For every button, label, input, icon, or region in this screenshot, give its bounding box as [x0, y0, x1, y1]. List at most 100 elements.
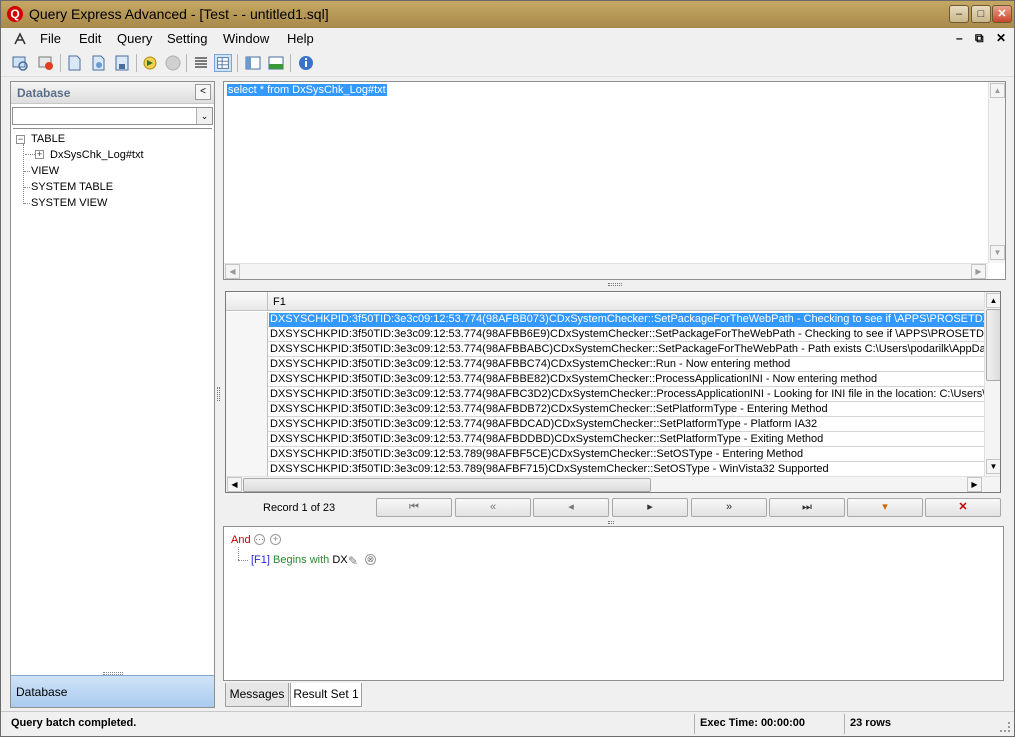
- mdi-minimize-button[interactable]: –: [956, 31, 963, 45]
- table-cell[interactable]: DXSYSCHKPID:3f50TID:3e3c09:12:53.789(98A…: [269, 448, 984, 462]
- filter-splitter-grip[interactable]: [608, 521, 614, 524]
- editor-horizontal-scrollbar[interactable]: ◀ ▶: [224, 263, 988, 279]
- table-cell[interactable]: DXSYSCHKPID:3f50TID:3e3c09:12:53.774(98A…: [269, 433, 984, 447]
- vertical-splitter-grip[interactable]: [217, 387, 220, 401]
- menu-query[interactable]: Query: [117, 31, 152, 46]
- tree-node-system-view[interactable]: SYSTEM VIEW: [31, 197, 107, 209]
- results-grid-icon[interactable]: [214, 54, 232, 72]
- results-grid[interactable]: F1 DXSYSCHKPID:3f50TID:3e3c09:12:53.774(…: [225, 291, 1001, 493]
- row-header[interactable]: [226, 432, 268, 447]
- database-combo[interactable]: ⌄: [12, 107, 213, 125]
- menu-setting[interactable]: Setting: [167, 31, 207, 46]
- table-row[interactable]: DXSYSCHKPID:3f50TID:3e3c09:12:53.774(98A…: [226, 417, 984, 432]
- minimize-button[interactable]: –: [949, 5, 969, 23]
- scroll-down-icon[interactable]: ▼: [990, 245, 1005, 260]
- table-row[interactable]: DXSYSCHKPID:3f50TID:3e3c09:12:53.774(98A…: [226, 357, 984, 372]
- row-header[interactable]: [226, 372, 268, 387]
- scroll-right-icon[interactable]: ▶: [971, 264, 986, 279]
- table-row[interactable]: DXSYSCHKPID:3f50TID:3e3c09:12:53.789(98A…: [226, 447, 984, 462]
- scroll-left-icon[interactable]: ◀: [227, 477, 242, 492]
- table-row[interactable]: DXSYSCHKPID:3f50TID:3e3c09:12:53.774(98A…: [226, 327, 984, 342]
- row-header[interactable]: [226, 447, 268, 462]
- app-logo-icon[interactable]: Q: [7, 6, 23, 22]
- table-cell[interactable]: DXSYSCHKPID:3f50TID:3e3c09:12:53.789(98A…: [269, 463, 984, 477]
- first-record-button[interactable]: ⏮: [376, 498, 452, 517]
- filter-button[interactable]: ▾: [847, 498, 923, 517]
- column-header-f1[interactable]: F1: [273, 296, 286, 308]
- table-cell[interactable]: DXSYSCHKPID:3f50TID:3e3c09:12:53.774(98A…: [269, 403, 984, 417]
- scroll-thumb[interactable]: [986, 309, 1000, 381]
- last-record-button[interactable]: ⏭: [769, 498, 845, 517]
- about-icon[interactable]: [297, 54, 315, 72]
- scroll-down-icon[interactable]: ▼: [986, 459, 1000, 474]
- condition-operator[interactable]: Begins with: [273, 554, 329, 566]
- stop-icon[interactable]: [164, 54, 182, 72]
- row-header[interactable]: [226, 417, 268, 432]
- table-cell[interactable]: DXSYSCHKPID:3f50TID:3e3c09:12:53.774(98A…: [269, 328, 984, 342]
- menu-window[interactable]: Window: [223, 31, 269, 46]
- grid-horizontal-scrollbar[interactable]: ◀ ▶: [226, 476, 1000, 492]
- table-cell[interactable]: DXSYSCHKPID:3f50TID:3e3c09:12:53.774(98A…: [269, 418, 984, 432]
- row-header[interactable]: [226, 462, 268, 477]
- menu-help[interactable]: Help: [287, 31, 314, 46]
- group-options-icon[interactable]: ⋯: [254, 534, 265, 545]
- add-condition-icon[interactable]: +: [270, 534, 281, 545]
- grid-vertical-scrollbar[interactable]: ▲ ▼: [984, 292, 1000, 476]
- table-cell[interactable]: DXSYSCHKPID:3f50TID:3e3c09:12:53.774(98A…: [269, 358, 984, 372]
- mdi-restore-button[interactable]: ⧉: [975, 31, 984, 46]
- resize-grip-icon[interactable]: [1000, 722, 1010, 732]
- chevron-down-icon[interactable]: ⌄: [196, 108, 212, 124]
- sql-text[interactable]: select * from DxSysChk_Log#txt: [227, 84, 387, 96]
- row-header[interactable]: [226, 327, 268, 342]
- table-row[interactable]: DXSYSCHKPID:3f50TID:3e3c09:12:53.774(98A…: [226, 342, 984, 357]
- disconnect-icon[interactable]: [37, 54, 55, 72]
- row-header[interactable]: [226, 357, 268, 372]
- row-header[interactable]: [226, 402, 268, 417]
- editor-splitter-grip[interactable]: [608, 283, 622, 286]
- remove-condition-icon[interactable]: ⊗: [365, 554, 376, 565]
- condition-field[interactable]: [F1]: [251, 554, 270, 566]
- save-file-icon[interactable]: [113, 54, 131, 72]
- table-cell[interactable]: DXSYSCHKPID:3f50TID:3e3c09:12:53.774(98A…: [269, 313, 984, 327]
- mdi-close-button[interactable]: ✕: [996, 31, 1006, 45]
- menu-file[interactable]: File: [40, 31, 61, 46]
- table-row[interactable]: DXSYSCHKPID:3f50TID:3e3c09:12:53.774(98A…: [226, 312, 984, 327]
- scroll-thumb[interactable]: [243, 478, 651, 492]
- results-text-icon[interactable]: [192, 54, 210, 72]
- open-connection-icon[interactable]: [11, 54, 29, 72]
- tree-collapse-icon[interactable]: −: [16, 135, 25, 144]
- previous-record-button[interactable]: ◂: [533, 498, 609, 517]
- tree-node-system-table[interactable]: SYSTEM TABLE: [31, 181, 113, 193]
- tree-node-view[interactable]: VIEW: [31, 165, 59, 177]
- show-db-panel-icon[interactable]: [244, 54, 262, 72]
- next-record-button[interactable]: ▸: [612, 498, 688, 517]
- table-row[interactable]: DXSYSCHKPID:3f50TID:3e3c09:12:53.774(98A…: [226, 372, 984, 387]
- tree-node-table[interactable]: TABLE: [31, 133, 65, 145]
- table-cell[interactable]: DXSYSCHKPID:3f50TID:3e3c09:12:53.774(98A…: [269, 373, 984, 387]
- row-header[interactable]: [226, 387, 268, 402]
- table-cell[interactable]: DXSYSCHKPID:3f50TID:3e3c09:12:53.774(98A…: [269, 388, 984, 402]
- collapse-panel-button[interactable]: <: [195, 84, 211, 100]
- sql-editor[interactable]: select * from DxSysChk_Log#txt ▲ ▼ ◀ ▶: [223, 81, 1006, 280]
- database-tab[interactable]: Database: [11, 675, 214, 707]
- tree-node-dxsyschk-log[interactable]: DxSysChk_Log#txt: [50, 149, 144, 161]
- row-header[interactable]: [226, 342, 268, 357]
- mdi-document-icon[interactable]: [12, 31, 28, 47]
- scroll-up-icon[interactable]: ▲: [990, 83, 1005, 98]
- row-header[interactable]: [226, 312, 268, 327]
- tree-expand-icon[interactable]: +: [35, 150, 44, 159]
- execute-icon[interactable]: [141, 54, 159, 72]
- show-results-panel-icon[interactable]: [267, 54, 285, 72]
- tab-messages[interactable]: Messages: [225, 683, 289, 707]
- filter-group-operator[interactable]: And: [231, 534, 251, 546]
- tab-result-set-1[interactable]: Result Set 1: [290, 683, 362, 707]
- edit-condition-icon[interactable]: ✎: [348, 554, 358, 568]
- next-page-button[interactable]: »: [691, 498, 767, 517]
- new-query-icon[interactable]: [65, 54, 83, 72]
- table-cell[interactable]: DXSYSCHKPID:3f50TID:3e3c09:12:53.774(98A…: [269, 343, 984, 357]
- scroll-up-icon[interactable]: ▲: [986, 293, 1000, 308]
- close-button[interactable]: ✕: [992, 5, 1012, 23]
- previous-page-button[interactable]: «: [455, 498, 531, 517]
- open-file-icon[interactable]: [89, 54, 107, 72]
- scroll-right-icon[interactable]: ▶: [967, 477, 982, 492]
